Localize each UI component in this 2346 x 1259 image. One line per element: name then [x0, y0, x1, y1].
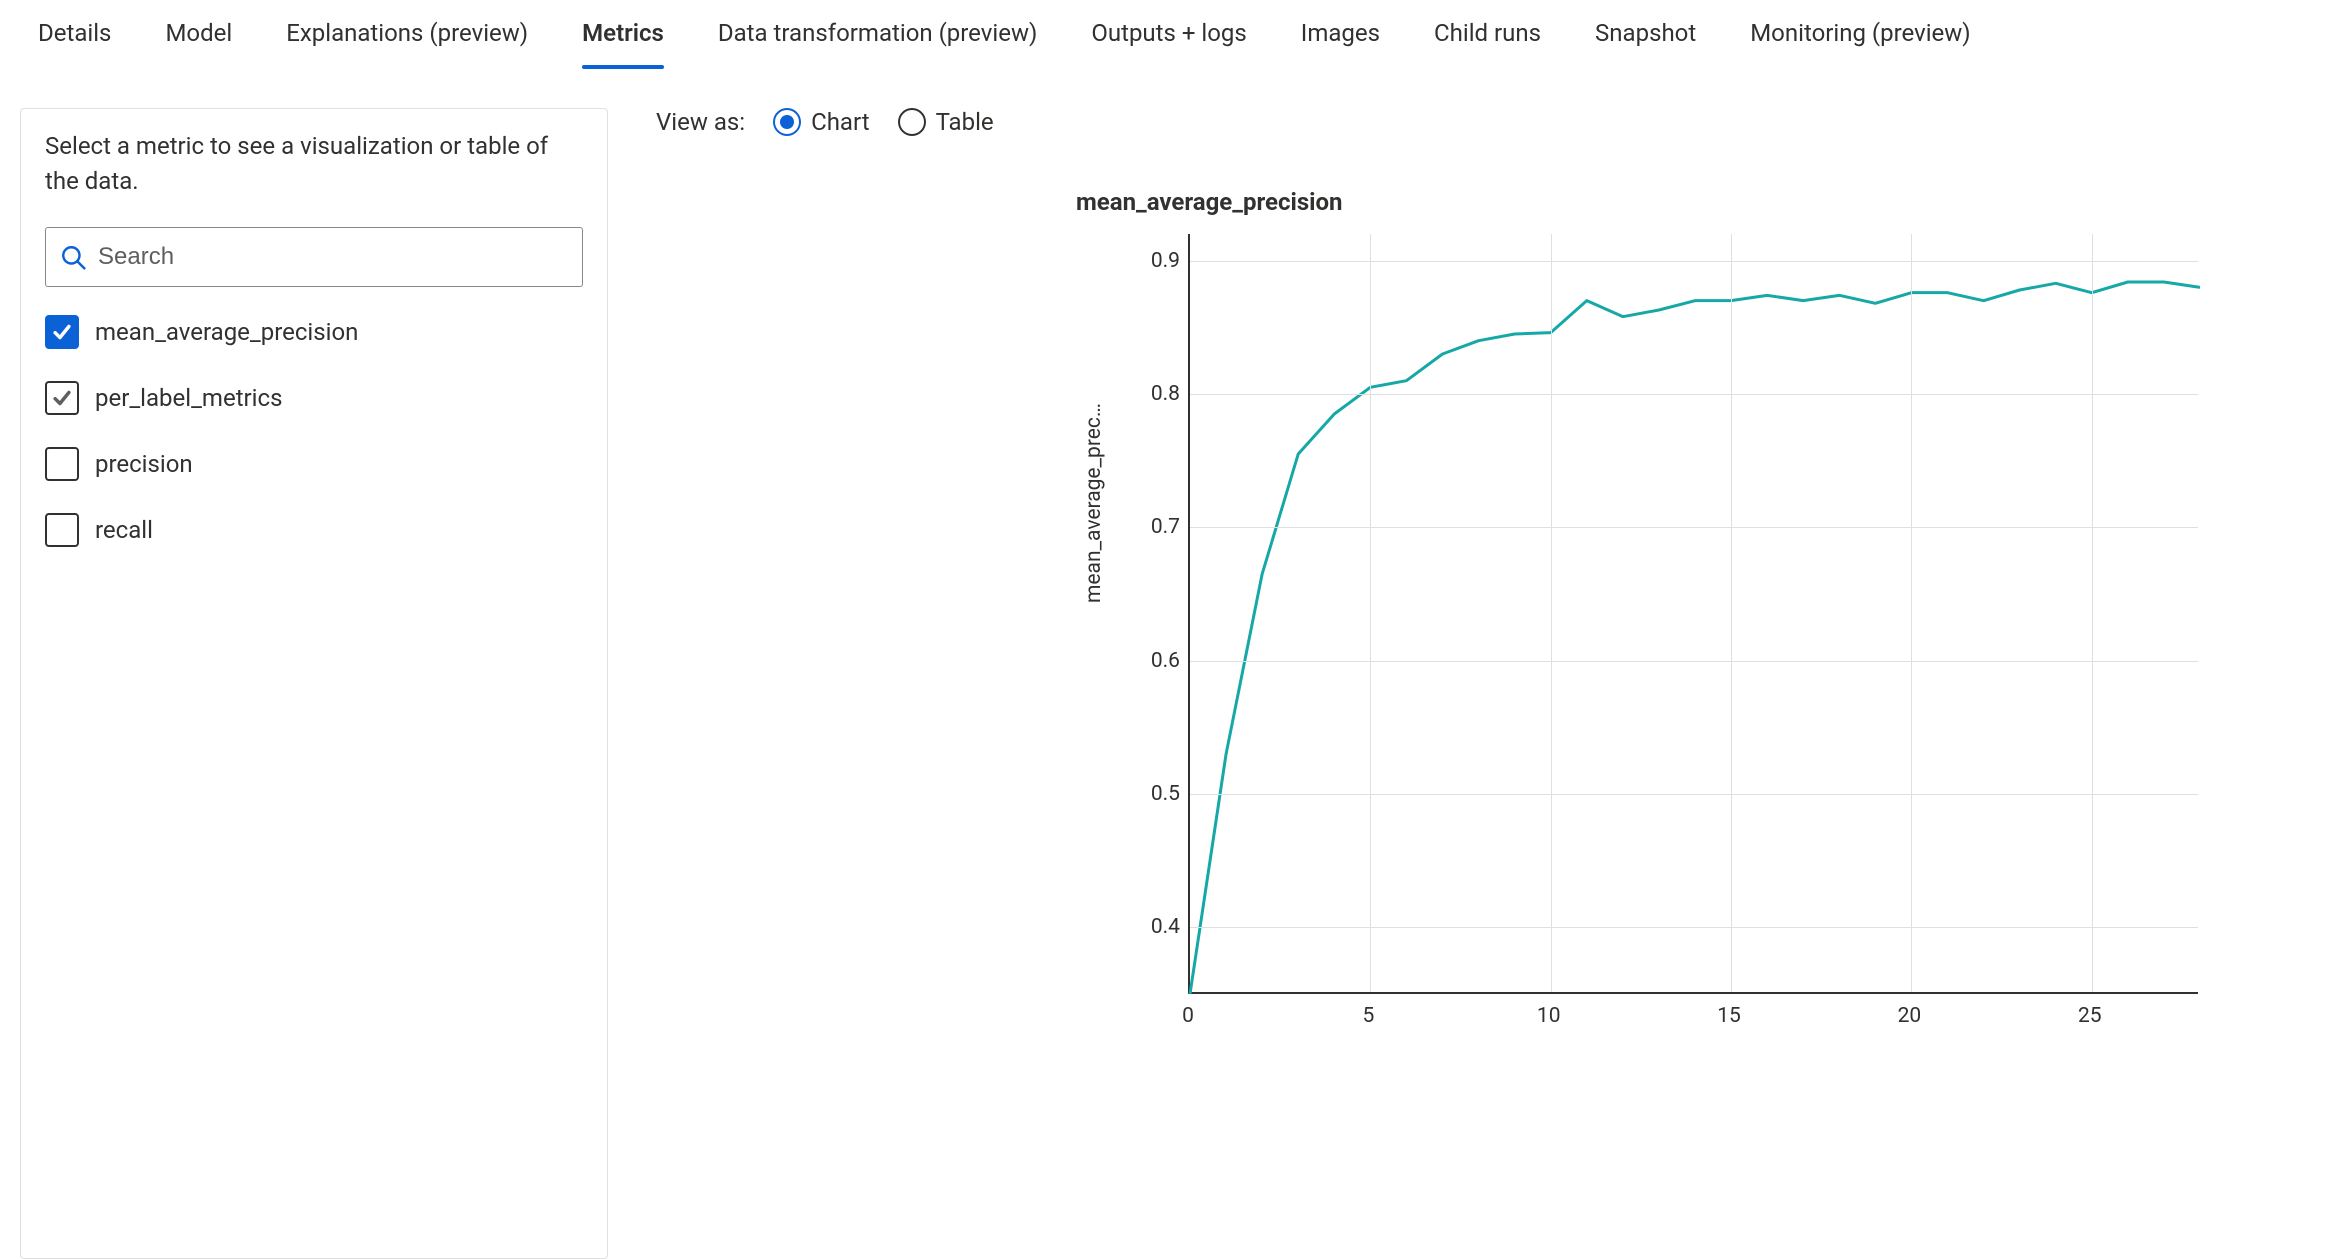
chart-series-line — [1190, 234, 2198, 992]
chart-gridline-v — [1370, 234, 1371, 992]
radio-icon — [898, 108, 926, 136]
metric-item-label: mean_average_precision — [95, 318, 358, 346]
tab-outputs-logs[interactable]: Outputs + logs — [1091, 9, 1246, 69]
chart-gridline-v — [1731, 234, 1732, 992]
view-as-group: View as: Chart Table — [656, 108, 2306, 136]
chart-gridline-v — [2092, 234, 2093, 992]
viewas-option-label: Chart — [811, 108, 869, 136]
chart-y-tick: 0.5 — [1120, 782, 1180, 806]
tab-model[interactable]: Model — [165, 9, 232, 69]
chart-stage: mean_average_prec… 0.4 0.5 0.6 0.7 0.8 0.9 0 5 1… — [1076, 234, 2206, 1054]
metric-item-recall[interactable]: recall — [45, 513, 583, 547]
chart-y-tick: 0.9 — [1120, 249, 1180, 273]
metrics-sidebar: Select a metric to see a visualization o… — [20, 108, 608, 1259]
chart-y-tick: 0.8 — [1120, 382, 1180, 406]
chart-gridline-h — [1190, 794, 2198, 795]
checkbox-icon[interactable] — [45, 315, 79, 349]
tab-metrics[interactable]: Metrics — [582, 9, 664, 69]
metric-item-label: precision — [95, 450, 193, 478]
tabs-bar: Details Model Explanations (preview) Metric… — [0, 0, 2346, 70]
radio-icon — [773, 108, 801, 136]
search-icon — [60, 244, 86, 270]
chart-y-tick: 0.6 — [1120, 649, 1180, 673]
viewas-option-chart[interactable]: Chart — [773, 108, 869, 136]
metric-item-per-label-metrics[interactable]: per_label_metrics — [45, 381, 583, 415]
search-input[interactable] — [96, 242, 568, 272]
chart-x-tick: 5 — [1343, 1004, 1393, 1028]
chart-gridline-h — [1190, 927, 2198, 928]
chart-x-tick: 20 — [1884, 1004, 1934, 1028]
chart-y-tick: 0.4 — [1120, 915, 1180, 939]
viewas-option-table[interactable]: Table — [898, 108, 994, 136]
chart-title: mean_average_precision — [1076, 188, 2306, 216]
checkbox-icon[interactable] — [45, 513, 79, 547]
checkbox-icon[interactable] — [45, 381, 79, 415]
chart-block: mean_average_precision mean_average_prec… — [1076, 188, 2306, 1054]
chart-y-axis-label: mean_average_prec… — [1082, 403, 1106, 603]
chart-x-tick: 25 — [2065, 1004, 2115, 1028]
chart-x-tick: 0 — [1163, 1004, 1213, 1028]
tab-images[interactable]: Images — [1301, 9, 1380, 69]
tab-details[interactable]: Details — [38, 9, 111, 69]
tab-child-runs[interactable]: Child runs — [1434, 9, 1541, 69]
chart-gridline-v — [1551, 234, 1552, 992]
metric-list: mean_average_precision per_label_metricsp… — [45, 315, 583, 547]
chart-y-tick: 0.7 — [1120, 515, 1180, 539]
tab-snapshot[interactable]: Snapshot — [1595, 9, 1696, 69]
tab-data-transformation-preview[interactable]: Data transformation (preview) — [718, 9, 1037, 69]
metric-item-label: recall — [95, 516, 153, 544]
tab-monitoring-preview[interactable]: Monitoring (preview) — [1750, 9, 1970, 69]
chart-gridline-h — [1190, 394, 2198, 395]
chart-gridline-v — [1911, 234, 1912, 992]
metric-item-mean-average-precision[interactable]: mean_average_precision — [45, 315, 583, 349]
metrics-main: View as: Chart Table mean_average_precisi… — [608, 70, 2346, 1259]
chart-x-tick: 15 — [1704, 1004, 1754, 1028]
chart-gridline-h — [1190, 527, 2198, 528]
chart-gridline-h — [1190, 661, 2198, 662]
chart-gridline-h — [1190, 261, 2198, 262]
view-as-label: View as: — [656, 108, 745, 136]
viewas-option-label: Table — [936, 108, 994, 136]
metric-item-precision[interactable]: precision — [45, 447, 583, 481]
search-input-wrap[interactable] — [45, 227, 583, 287]
tab-explanations-preview[interactable]: Explanations (preview) — [286, 9, 528, 69]
chart-plot-area[interactable] — [1188, 234, 2198, 994]
sidebar-instruction: Select a metric to see a visualization o… — [45, 129, 583, 199]
checkbox-icon[interactable] — [45, 447, 79, 481]
chart-x-tick: 10 — [1524, 1004, 1574, 1028]
metric-item-label: per_label_metrics — [95, 384, 282, 412]
